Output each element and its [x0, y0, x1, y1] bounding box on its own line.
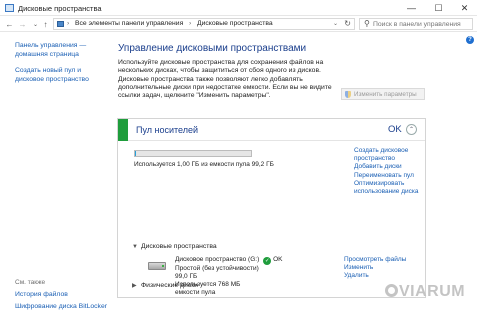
refresh-icon[interactable]: ↻ — [344, 19, 351, 28]
close-icon[interactable]: ✕ — [452, 0, 477, 16]
address-bar: ← → ⌄ ↑ › Все элементы панели управления… — [0, 16, 477, 32]
physical-drives-section-toggle[interactable]: ▶ Физические диски — [132, 282, 198, 289]
create-pool-link[interactable]: Создать новый пул и дисковое пространств… — [15, 67, 105, 84]
space-size: 99,0 ГБ — [175, 273, 198, 280]
breadcrumb-separator-icon[interactable]: › — [67, 20, 69, 27]
drive-icon — [148, 259, 166, 272]
control-panel-home-link[interactable]: Панель управления — домашняя страница — [15, 42, 105, 59]
watermark-text: VIARUM — [399, 283, 466, 300]
title-bar: Дисковые пространства — ☐ ✕ — [0, 0, 477, 16]
view-files-link[interactable]: Просмотреть файлы — [344, 256, 424, 264]
storage-spaces-section-toggle[interactable]: ▼ Дисковые пространства — [132, 243, 217, 250]
delete-space-link[interactable]: Удалить — [344, 272, 424, 280]
rename-pool-link[interactable]: Переименовать пул — [354, 172, 426, 180]
address-dropdown-icon[interactable]: ⌄ — [333, 20, 338, 27]
breadcrumb[interactable]: › Все элементы панели управления › Диско… — [53, 18, 355, 30]
breadcrumb-all-items[interactable]: Все элементы панели управления — [75, 20, 183, 27]
optimize-drive-usage-link[interactable]: Оптимизировать использование диска — [354, 180, 426, 196]
see-also-label: См. также — [15, 279, 46, 286]
space-task-links: Просмотреть файлы Изменить Удалить — [344, 256, 424, 280]
up-arrow-icon[interactable]: ↑ — [40, 18, 51, 30]
expanded-chevron-icon: ▼ — [132, 244, 138, 250]
uac-shield-icon — [345, 90, 351, 98]
page-description: Используйте дисковые пространства для со… — [118, 59, 332, 100]
file-history-link[interactable]: История файлов — [15, 291, 68, 300]
storage-spaces-app-icon — [5, 4, 14, 12]
search-icon: ⚲ — [364, 19, 370, 28]
physical-drives-label: Физические диски — [141, 282, 198, 289]
change-space-link[interactable]: Изменить — [344, 264, 424, 272]
ok-check-icon: ✓ — [263, 257, 272, 265]
search-box[interactable]: ⚲ — [359, 18, 473, 30]
change-settings-label: Изменить параметры — [354, 90, 417, 98]
window-title: Дисковые пространства — [18, 4, 102, 13]
space-used-suffix: емкости пула — [175, 289, 216, 296]
forward-arrow-icon[interactable]: → — [17, 18, 28, 30]
pool-task-links: Создать дисковое пространство Добавить д… — [354, 147, 426, 196]
maximize-icon[interactable]: ☐ — [426, 0, 451, 16]
left-pane: Панель управления — домашняя страница Со… — [0, 32, 110, 320]
space-name: Дисковое пространство (G:) — [175, 256, 260, 263]
control-panel-icon — [57, 21, 64, 27]
viarum-watermark: VIARUM — [385, 283, 465, 301]
breadcrumb-storage-spaces[interactable]: Дисковые пространства — [197, 20, 273, 27]
main-content: Управление дисковыми пространствами Испо… — [110, 32, 477, 320]
pool-header[interactable]: Пул носителей OK ⌃ — [118, 119, 425, 141]
create-space-link[interactable]: Создать дисковое пространство — [354, 147, 426, 163]
pool-status: OK — [388, 124, 402, 135]
change-settings-button[interactable]: Изменить параметры — [341, 88, 425, 100]
pool-status-bar — [118, 119, 128, 141]
space-resiliency: Простой (без устойчивости) — [175, 265, 259, 272]
pool-name: Пул носителей — [136, 125, 199, 135]
space-status: OK — [273, 256, 283, 263]
back-arrow-icon[interactable]: ← — [4, 18, 15, 30]
page-title: Управление дисковыми пространствами — [118, 43, 307, 54]
collapsed-chevron-icon: ▶ — [132, 283, 137, 289]
minimize-icon[interactable]: — — [399, 0, 424, 16]
bitlocker-link[interactable]: Шифрование диска BitLocker — [15, 303, 107, 312]
storage-spaces-label: Дисковые пространства — [141, 243, 217, 250]
search-input[interactable] — [373, 20, 469, 29]
add-drives-link[interactable]: Добавить диски — [354, 163, 426, 171]
storage-space-info: Дисковое пространство (G:) ✓ OK Простой (… — [175, 256, 282, 297]
pool-usage-fill — [135, 151, 137, 156]
collapse-chevron-icon[interactable]: ⌃ — [406, 124, 417, 135]
watermark-logo-icon — [385, 284, 398, 297]
storage-pool-panel: Пул носителей OK ⌃ Используется 1,00 ГБ … — [117, 118, 426, 298]
breadcrumb-separator-icon[interactable]: › — [189, 20, 191, 27]
pool-usage-bar — [134, 150, 252, 157]
pool-usage-text: Используется 1,00 ГБ из емкости пула 99,… — [134, 161, 274, 168]
